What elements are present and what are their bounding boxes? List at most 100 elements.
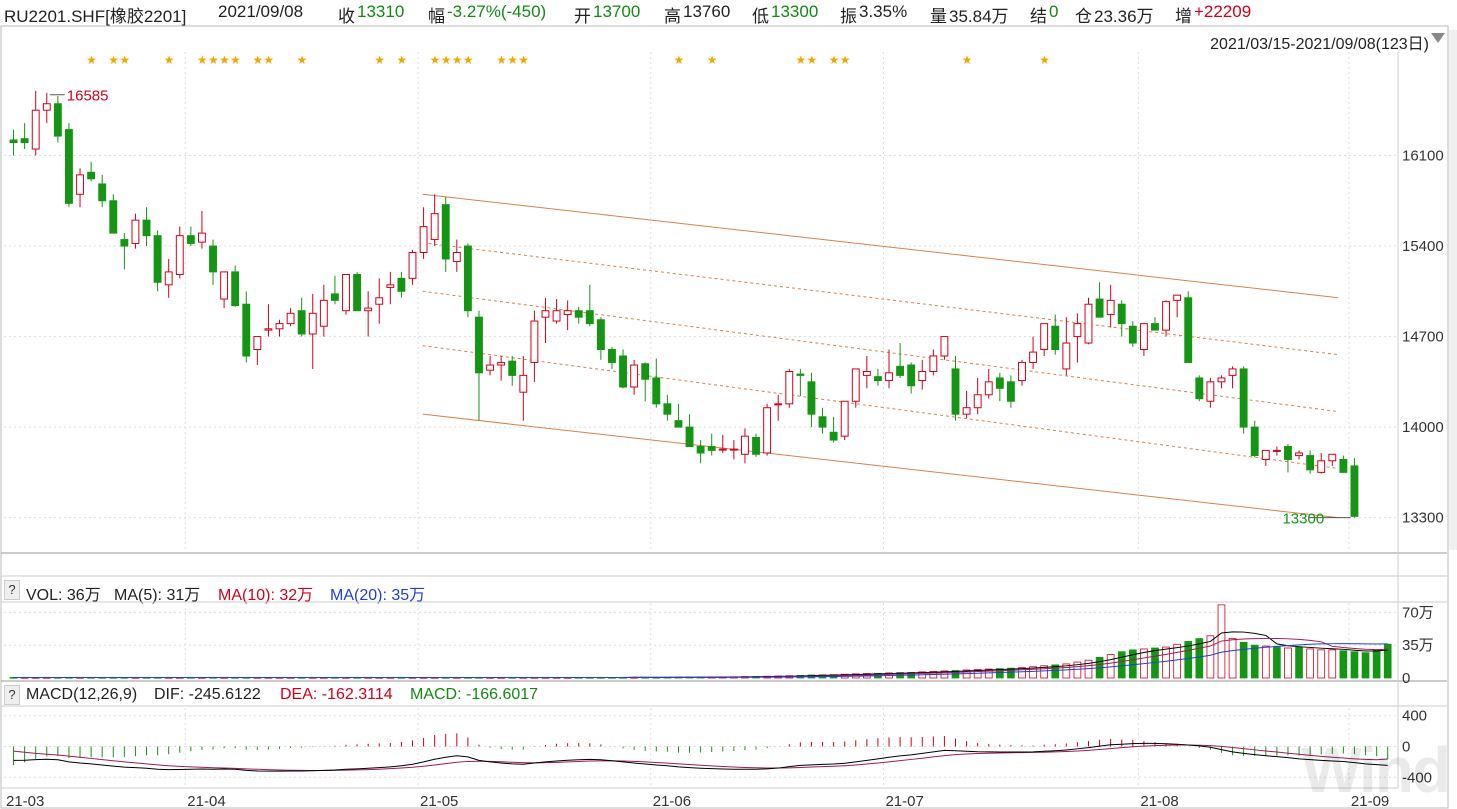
volume-bar	[1317, 649, 1326, 679]
candle-body	[98, 183, 107, 202]
volume-y-tick-label: 35万	[1402, 637, 1434, 654]
candle-body	[951, 368, 960, 415]
candle-body	[530, 320, 539, 363]
volume-bar	[1306, 648, 1314, 679]
x-tick-label: 21-07	[885, 793, 923, 809]
candle-body	[741, 435, 749, 455]
signal-star-icon: ★	[197, 53, 208, 67]
candle-body	[663, 403, 672, 415]
volume-bar	[1239, 641, 1248, 679]
candle-body	[1317, 460, 1326, 473]
volume-y-tick-label: 70万	[1402, 604, 1434, 621]
candle-body	[1339, 458, 1348, 473]
candle-body	[497, 361, 506, 366]
candle-body	[353, 273, 362, 312]
candle-body	[962, 407, 971, 415]
candle-body	[752, 436, 760, 455]
candle-body	[142, 219, 151, 237]
candle-body	[1250, 426, 1259, 457]
volume-bar	[1184, 641, 1193, 679]
y-tick-label: 14000	[1402, 419, 1444, 436]
candle-body	[275, 323, 284, 330]
candle-body	[829, 431, 838, 441]
candle-body	[186, 235, 195, 244]
candle-body	[1195, 377, 1204, 400]
candle-body	[364, 307, 373, 312]
candle-body	[652, 377, 661, 405]
wind-watermark: Wind	[1301, 734, 1451, 806]
candle-body	[397, 277, 406, 292]
candle-body	[619, 355, 627, 388]
candle-body	[685, 426, 694, 448]
candle-body	[674, 420, 683, 428]
signal-star-icon: ★	[108, 53, 119, 67]
candle-body	[707, 446, 716, 451]
signal-star-icon: ★	[86, 53, 97, 67]
volume-bar	[1328, 649, 1337, 679]
volume-bar	[1117, 651, 1126, 679]
volume-bar	[1350, 651, 1359, 679]
candle-body	[42, 103, 51, 111]
candle-body	[508, 360, 517, 376]
volume-bar	[1162, 646, 1170, 679]
candle-body	[807, 381, 816, 415]
y-tick-label: 15400	[1402, 238, 1444, 255]
candle-body	[1173, 294, 1182, 301]
candle-body	[1184, 297, 1193, 363]
candle-body	[1117, 303, 1126, 325]
candle-body	[918, 370, 927, 382]
candle-body	[541, 310, 550, 318]
candle-body	[20, 138, 29, 144]
quote-chart-window: RU2201.SHF[橡胶2201] 2021/09/08 收 13310 幅 …	[0, 0, 1457, 809]
candle-body	[386, 284, 395, 288]
volume-bar	[1295, 646, 1303, 679]
signal-star-icon: ★	[707, 53, 718, 67]
candle-body	[1162, 301, 1171, 331]
candle-body	[630, 364, 639, 388]
candle-body	[253, 336, 262, 351]
signal-star-icon: ★	[374, 53, 385, 67]
candle-body	[862, 370, 871, 376]
signal-star-icon: ★	[263, 53, 274, 67]
candle-body	[486, 364, 495, 371]
candle-body	[608, 349, 616, 363]
candle-body	[929, 355, 938, 372]
volume-y-tick-label: 0	[1402, 670, 1410, 687]
signal-star-icon: ★	[441, 53, 452, 67]
regression-channel-line	[422, 242, 1339, 356]
candle-body	[785, 370, 794, 405]
high-annotation-label: 16585	[67, 88, 109, 105]
signal-star-icon: ★	[795, 53, 806, 67]
candle-body	[475, 316, 483, 374]
low-annotation-label: 13300	[1282, 511, 1324, 528]
candle-body	[53, 103, 62, 137]
candle-body	[1029, 351, 1038, 363]
candle-body	[1217, 377, 1226, 383]
signal-star-icon: ★	[518, 53, 529, 67]
candle-body	[264, 328, 273, 331]
signal-star-icon: ★	[430, 53, 441, 67]
candle-body	[552, 310, 561, 322]
volume-ma5-line	[13, 631, 1388, 678]
candle-body	[242, 303, 251, 357]
volume-bar	[1228, 638, 1237, 679]
signal-star-icon: ★	[840, 53, 851, 67]
candle-body	[441, 204, 450, 260]
candle-body	[1139, 323, 1148, 351]
signal-star-icon: ★	[673, 53, 684, 67]
volume-bar	[1261, 645, 1270, 679]
candle-body	[1228, 368, 1237, 376]
candle-body	[519, 374, 528, 393]
candle-body	[774, 403, 783, 406]
candle-body	[1095, 298, 1104, 318]
candle-body	[973, 394, 982, 409]
chart-canvas[interactable]: 21-03 21-04 21-05 21-06 21-07 21-08 21-0916100…	[0, 0, 1457, 809]
candle-body	[87, 171, 96, 180]
candle-body	[430, 213, 439, 241]
y-tick-label: 13300	[1402, 510, 1444, 527]
candle-body	[120, 239, 129, 247]
signal-star-icon: ★	[396, 53, 407, 67]
candle-body	[330, 293, 339, 301]
volume-bar	[1173, 643, 1181, 679]
x-tick-label: 21-06	[653, 793, 691, 809]
